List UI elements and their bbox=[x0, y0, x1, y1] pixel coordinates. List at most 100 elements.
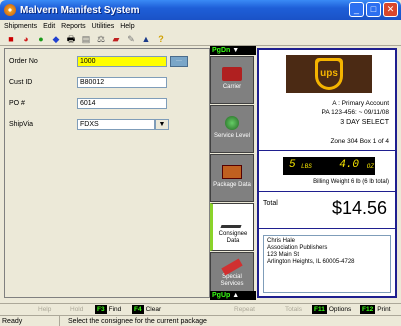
menu-reports[interactable]: Reports bbox=[61, 23, 86, 30]
clear-key[interactable]: F4 Clear bbox=[132, 304, 162, 314]
arrow-down-icon: ▼ bbox=[232, 47, 240, 54]
print-icon[interactable]: 🖶 bbox=[66, 34, 76, 44]
hold-key[interactable]: Hold bbox=[70, 306, 83, 313]
side-nav: PgDn ▼ Carrier Service Level Package Data… bbox=[210, 46, 256, 300]
f4-key-cap: F4 bbox=[132, 304, 144, 314]
function-key-bar: Help Hold F3 Find F4 Clear Repeat Totals F… bbox=[0, 303, 401, 314]
globe-icon bbox=[225, 116, 239, 130]
title-bar: Malvern Manifest System _ □ ✕ bbox=[0, 0, 401, 20]
repeat-key[interactable]: Repeat bbox=[234, 306, 255, 313]
shipment-info-panel: ups A : Primary Account PA 123-456: ~ 09… bbox=[257, 48, 397, 298]
repeat-key-label: Repeat bbox=[234, 305, 255, 313]
minimize-button[interactable]: _ bbox=[349, 2, 364, 17]
menu-utilities[interactable]: Utilities bbox=[92, 23, 115, 30]
billing-weight: Billing Weight 6 lb (6 lb total) bbox=[313, 179, 389, 185]
ups-logo-text: ups bbox=[318, 61, 340, 87]
order-no-label: Order No bbox=[9, 58, 38, 65]
pa-line: PA 123-456: ~ 09/11/08 bbox=[321, 109, 389, 116]
f12-key-cap: F12 bbox=[360, 304, 376, 314]
totals-key[interactable]: Totals bbox=[285, 306, 302, 313]
package-icon bbox=[222, 165, 242, 179]
address-line: Chris Hale bbox=[267, 238, 296, 244]
weight-oz-unit: OZ bbox=[366, 163, 374, 170]
pgdn-button[interactable]: PgDn ▼ bbox=[210, 46, 256, 55]
green-ball-icon[interactable]: ● bbox=[36, 34, 46, 44]
truck-icon[interactable]: ▰ bbox=[111, 34, 121, 44]
po-input[interactable] bbox=[77, 98, 167, 109]
find-key[interactable]: F3 Find bbox=[95, 304, 122, 314]
consignee-icon bbox=[220, 214, 246, 228]
options-key-label: Options bbox=[328, 305, 352, 313]
cust-id-input[interactable] bbox=[77, 77, 167, 88]
mountain-icon[interactable]: ▲ bbox=[141, 34, 151, 44]
order-no-input[interactable] bbox=[77, 56, 167, 67]
menu-bar: Shipments Edit Reports Utilities Help bbox=[0, 20, 401, 32]
print-key-label: Print bbox=[377, 305, 391, 313]
pencil-icon[interactable]: ✎ bbox=[126, 34, 136, 44]
tab-special-services-label: Special Services bbox=[220, 274, 244, 287]
menu-edit[interactable]: Edit bbox=[43, 23, 55, 30]
tab-carrier[interactable]: Carrier bbox=[210, 56, 254, 104]
help-key-label: Help bbox=[38, 305, 52, 313]
order-no-row: Order No ··· bbox=[9, 55, 188, 68]
po-label: PO # bbox=[9, 100, 25, 107]
window-title: Malvern Manifest System bbox=[20, 4, 140, 16]
status-bar: Ready Select the consignee for the curre… bbox=[0, 315, 401, 326]
ship-via-select[interactable] bbox=[77, 119, 155, 130]
truck-icon bbox=[222, 67, 242, 81]
ship-via-label: ShipVia bbox=[9, 121, 34, 128]
address-line: Association Publishers bbox=[267, 245, 328, 251]
help-key[interactable]: Help bbox=[38, 306, 51, 313]
f11-key-cap: F11 bbox=[312, 304, 327, 314]
service-line: 3 DAY SELECT bbox=[340, 119, 389, 126]
ship-via-row: ShipVia ▼ bbox=[9, 118, 169, 131]
maximize-button[interactable]: □ bbox=[366, 2, 381, 17]
weight-lbs: 5 bbox=[289, 159, 296, 171]
tab-consignee-data-label: Consignee Data bbox=[218, 231, 248, 244]
address-line: Arlington Heights, IL 60005-4728 bbox=[267, 259, 355, 265]
clear-key-label: Clear bbox=[145, 305, 162, 313]
cust-id-row: Cust ID bbox=[9, 76, 167, 89]
f3-key-cap: F3 bbox=[95, 304, 107, 314]
window-controls: _ □ ✕ bbox=[349, 2, 398, 17]
print-key[interactable]: F12 Print bbox=[360, 304, 391, 314]
totals-key-label: Totals bbox=[285, 305, 302, 313]
total-amount: $14.56 bbox=[331, 198, 387, 218]
tab-service-level[interactable]: Service Level bbox=[210, 105, 254, 153]
cust-id-label: Cust ID bbox=[9, 79, 33, 86]
diamond-icon[interactable]: ◆ bbox=[51, 34, 61, 44]
menu-shipments[interactable]: Shipments bbox=[4, 23, 37, 30]
eraser-icon[interactable]: ◕ bbox=[21, 34, 31, 44]
zone-box-line: Zone 304 Box 1 of 4 bbox=[330, 138, 389, 145]
chevron-down-icon[interactable]: ▼ bbox=[155, 119, 169, 130]
arrow-up-icon: ▲ bbox=[232, 292, 240, 299]
total-label: Total bbox=[263, 200, 278, 207]
account-line: A : Primary Account bbox=[332, 100, 389, 107]
status-state: Ready bbox=[0, 315, 60, 326]
menu-help[interactable]: Help bbox=[120, 23, 134, 30]
weight-lbs-unit: LBS bbox=[301, 163, 312, 170]
tab-consignee-data[interactable]: Consignee Data bbox=[210, 203, 254, 251]
consignee-address-box[interactable]: Chris Hale Association Publishers 123 Ma… bbox=[263, 235, 391, 293]
hold-key-label: Hold bbox=[70, 305, 84, 313]
tab-carrier-label: Carrier bbox=[222, 84, 242, 90]
help-icon[interactable]: ? bbox=[156, 34, 166, 44]
tab-service-level-label: Service Level bbox=[213, 133, 251, 139]
toolbar: ■ ◕ ● ◆ 🖶 ▤ ⚖ ▰ ✎ ▲ ? bbox=[0, 32, 401, 46]
divider bbox=[259, 228, 395, 229]
ups-shield-icon: ups bbox=[315, 58, 343, 90]
scale-icon[interactable]: ⚖ bbox=[96, 34, 106, 44]
pgup-button[interactable]: PgUp ▲ bbox=[210, 291, 256, 300]
options-key[interactable]: F11 Options bbox=[312, 304, 352, 314]
find-key-label: Find bbox=[108, 305, 122, 313]
weight-oz: 4.0 bbox=[339, 159, 359, 171]
divider bbox=[259, 150, 395, 151]
pgdn-label: PgDn bbox=[212, 47, 231, 54]
order-lookup-button[interactable]: ··· bbox=[170, 56, 188, 67]
close-button[interactable]: ✕ bbox=[383, 2, 398, 17]
order-form-panel: Order No ··· Cust ID PO # ShipVia ▼ bbox=[4, 48, 210, 298]
printer2-icon[interactable]: ▤ bbox=[81, 34, 91, 44]
record-icon[interactable]: ■ bbox=[6, 34, 16, 44]
tab-package-data[interactable]: Package Data bbox=[210, 154, 254, 202]
status-message: Select the consignee for the current pac… bbox=[68, 317, 207, 325]
